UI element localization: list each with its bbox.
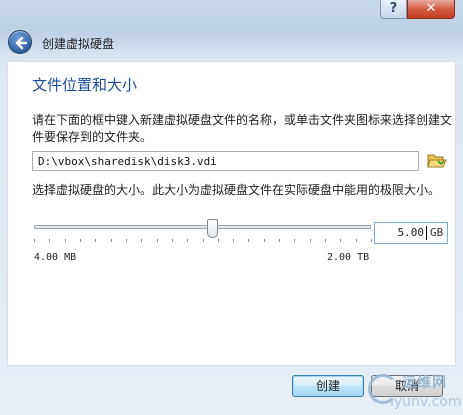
slider-tick <box>202 239 204 242</box>
slider-tick <box>64 239 66 242</box>
slider-tick <box>340 239 342 242</box>
slider-tick <box>141 239 143 242</box>
slider-tick <box>233 239 235 242</box>
slider-tick <box>110 239 112 242</box>
location-description: 请在下面的框中键入新建虚拟硬盘文件的名称，或单击文件夹图标来选择创建文件要保存到… <box>32 113 453 144</box>
section-title: 文件位置和大小 <box>32 76 138 94</box>
slider-tick <box>79 239 81 242</box>
slider-tick <box>371 239 372 242</box>
create-button[interactable]: 创建 <box>292 375 364 397</box>
slider-tick <box>156 239 158 242</box>
file-path-input[interactable]: D:\vbox\sharedisk\disk3.vdi <box>32 151 419 171</box>
slider-tick <box>187 239 189 242</box>
slider-tick <box>171 239 173 242</box>
wizard-header: 创建虚拟硬盘 <box>0 28 463 58</box>
slider-max-label: 2.00 TB <box>327 252 370 263</box>
title-bar: ? ✕ <box>0 0 463 24</box>
size-input[interactable]: 5.00 GB <box>374 222 448 244</box>
slider-tick <box>248 239 250 242</box>
folder-open-icon <box>427 154 447 168</box>
slider-tick <box>279 239 281 242</box>
window-title: 创建虚拟硬盘 <box>42 37 115 51</box>
back-button[interactable] <box>8 30 32 54</box>
slider-tick <box>325 239 327 242</box>
slider-tick <box>355 239 357 242</box>
size-slider-handle[interactable] <box>207 219 219 238</box>
size-unit: GB <box>430 226 444 239</box>
slider-tick <box>217 239 219 242</box>
text-caret <box>426 226 427 240</box>
back-arrow-icon <box>15 36 28 50</box>
slider-tick <box>263 239 265 242</box>
size-slider-track[interactable] <box>34 225 371 229</box>
choose-folder-button[interactable] <box>427 152 447 170</box>
watermark-logo: 运维网 iyunv.com <box>368 372 462 412</box>
close-button[interactable]: ✕ <box>407 0 455 19</box>
slider-tick <box>49 239 51 242</box>
size-value: 5.00 <box>397 226 425 239</box>
slider-tick <box>95 239 97 242</box>
wizard-page: 文件位置和大小 请在下面的框中键入新建虚拟硬盘文件的名称，或单击文件夹图标来选择… <box>7 61 456 366</box>
slider-tick <box>294 239 296 242</box>
slider-tick <box>125 239 127 242</box>
help-button[interactable]: ? <box>380 0 407 19</box>
slider-tick <box>34 239 35 242</box>
slider-tick <box>309 239 311 242</box>
size-description: 选择虚拟硬盘的大小。此大小为虚拟硬盘文件在实际硬盘中能用的极限大小。 <box>32 183 441 197</box>
slider-min-label: 4.00 MB <box>34 252 77 263</box>
watermark-en: iyunv.com <box>390 394 462 410</box>
button-bar: 创建 取消 运维网 iyunv.com <box>0 366 463 415</box>
watermark-cn: 运维网 <box>402 375 447 391</box>
